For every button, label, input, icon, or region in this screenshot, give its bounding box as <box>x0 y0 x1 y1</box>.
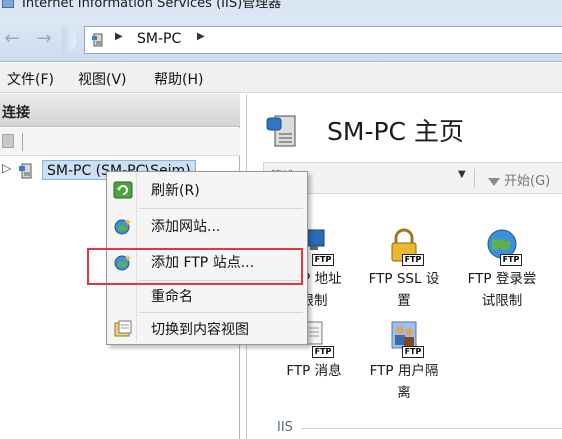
menu-view[interactable]: 视图(V) <box>78 69 127 89</box>
breadcrumb-segment[interactable]: SM-PC <box>137 31 181 47</box>
connections-header: 连接 <box>0 94 240 127</box>
save-connection-icon[interactable] <box>2 134 14 148</box>
address-bar-row: ← → ▶ SM-PC ▶ <box>0 16 562 62</box>
group-divider <box>301 428 562 429</box>
nav-divider <box>62 26 76 54</box>
forward-button[interactable]: → <box>32 29 56 51</box>
feature-label: FTP SSL 设 置 <box>368 271 440 309</box>
menu-bar: 文件(F) 视图(V) 帮助(H) <box>0 63 562 93</box>
address-box[interactable]: ▶ SM-PC ▶ <box>84 26 562 54</box>
breadcrumb-arrow-icon[interactable]: ▶ <box>197 31 205 42</box>
menu-item-label: 重命名 <box>151 289 193 305</box>
users-ftp-icon: FTP <box>382 320 426 358</box>
menu-item-label: 刷新(R) <box>151 183 200 199</box>
ftp-badge: FTP <box>312 346 334 358</box>
server-home-icon <box>266 115 296 147</box>
connections-toolbar <box>0 128 240 156</box>
feature-ftp-logon-attempts[interactable]: FTP FTP 登录尝 试限制 <box>457 228 547 312</box>
menu-item-add-website[interactable]: 添加网站... <box>109 210 305 242</box>
group-label: IIS <box>277 420 293 435</box>
menu-item-switch-content-view[interactable]: 切换到内容视图 <box>109 313 305 345</box>
feature-ftp-ssl[interactable]: FTP FTP SSL 设 置 <box>359 228 449 312</box>
content-view-icon <box>114 320 132 337</box>
start-label: 开始(G) <box>504 174 551 189</box>
iis-app-icon <box>2 0 14 8</box>
back-button[interactable]: ← <box>0 29 24 51</box>
toolbar-divider <box>22 133 23 151</box>
highlight-box <box>87 248 303 285</box>
menu-file[interactable]: 文件(F) <box>7 69 54 89</box>
filter-dropdown-icon[interactable]: ▼ <box>458 169 466 180</box>
menu-separator <box>139 208 303 209</box>
globe-ftp-icon: FTP <box>480 228 524 266</box>
filter-divider <box>474 169 475 187</box>
server-icon <box>92 33 103 47</box>
refresh-icon <box>113 181 133 199</box>
server-icon <box>19 163 32 179</box>
start-filter-button[interactable]: 开始(G) <box>488 170 550 189</box>
menu-item-refresh[interactable]: 刷新(R) <box>109 174 305 206</box>
ftp-badge: FTP <box>402 346 424 358</box>
ftp-badge: FTP <box>500 254 522 266</box>
feature-label: FTP 登录尝 试限制 <box>467 271 537 309</box>
window-title: Internet Information Services (IIS)管理器 <box>22 0 282 11</box>
expand-arrow-icon[interactable]: ▷ <box>2 161 11 175</box>
feature-label: FTP 消息 <box>286 363 342 379</box>
ftp-badge: FTP <box>402 254 424 266</box>
group-header-iis: IIS <box>277 420 562 436</box>
breadcrumb-arrow-icon[interactable]: ▶ <box>115 31 123 42</box>
feature-label: FTP 用户隔 离 <box>369 363 439 401</box>
funnel-icon <box>488 177 500 186</box>
connections-title: 连接 <box>2 105 30 121</box>
page-title: SM-PC 主页 <box>327 117 464 146</box>
globe-add-icon <box>114 218 132 235</box>
lock-ftp-icon: FTP <box>382 228 426 266</box>
feature-ftp-user-isolation[interactable]: FTP FTP 用户隔 离 <box>359 320 449 404</box>
menu-item-label: 切换到内容视图 <box>151 322 249 338</box>
title-bar: Internet Information Services (IIS)管理器 <box>0 0 562 16</box>
menu-help[interactable]: 帮助(H) <box>154 69 203 89</box>
ftp-badge: FTP <box>312 254 334 266</box>
menu-item-label: 添加网站... <box>151 219 221 235</box>
